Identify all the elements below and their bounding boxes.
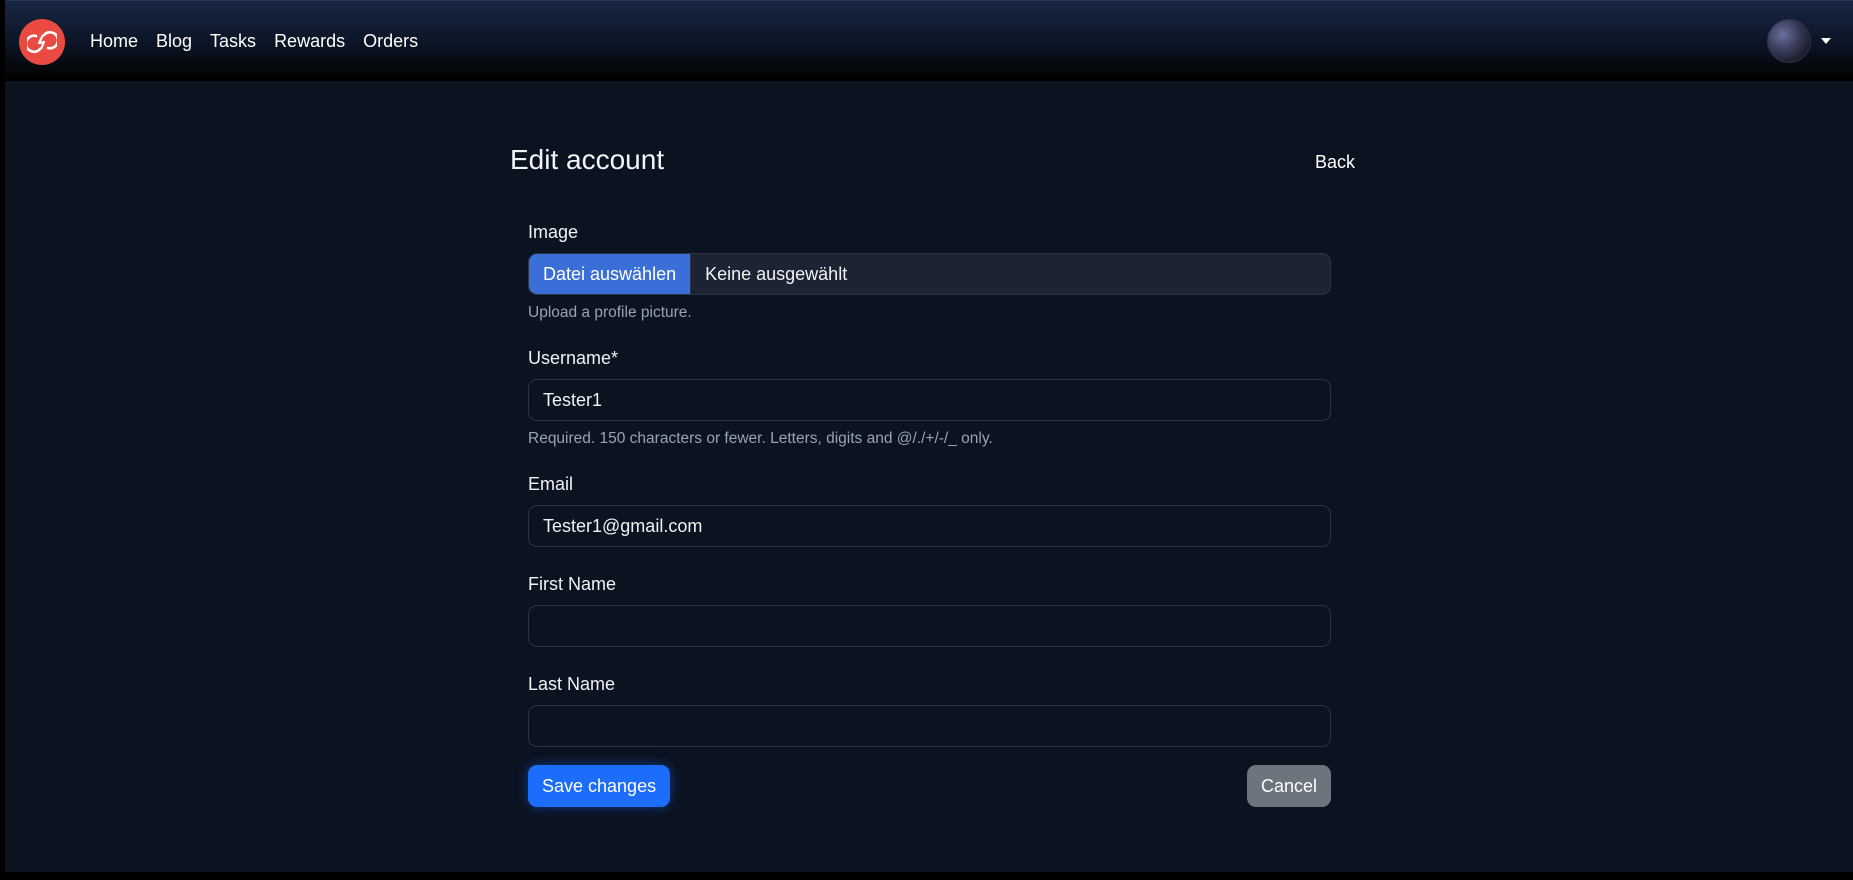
username-input[interactable] (528, 379, 1331, 421)
file-status-text: Keine ausgewählt (705, 263, 848, 284)
edit-account-form: Image Datei auswählen Keine ausgewählt U… (528, 220, 1331, 807)
first-name-input[interactable] (528, 605, 1331, 647)
first-name-group: First Name (528, 572, 1331, 647)
email-label: Email (528, 474, 574, 494)
nav-link-blog[interactable]: Blog (156, 29, 192, 53)
user-menu-toggle[interactable] (1767, 19, 1831, 63)
choose-file-button[interactable]: Datei auswählen (529, 254, 692, 294)
image-group: Image Datei auswählen Keine ausgewählt U… (528, 220, 1331, 323)
avatar[interactable] (1767, 19, 1811, 63)
brand-logo-icon[interactable] (19, 19, 65, 65)
first-name-label: First Name (528, 574, 617, 594)
chevron-down-icon[interactable] (1821, 38, 1831, 44)
image-file-input[interactable]: Datei auswählen Keine ausgewählt (528, 253, 1331, 295)
username-label: Username* (528, 348, 619, 368)
brand-logo-glyph (27, 30, 57, 54)
page-title: Edit account (510, 144, 665, 175)
form-actions: Save changes Cancel (528, 765, 1331, 807)
nav-link-tasks[interactable]: Tasks (210, 29, 256, 53)
last-name-label: Last Name (528, 674, 616, 694)
nav-link-orders[interactable]: Orders (363, 29, 418, 53)
email-group: Email (528, 472, 1331, 547)
last-name-input[interactable] (528, 705, 1331, 747)
username-help-text: Required. 150 characters or fewer. Lette… (528, 430, 993, 447)
nav-link-rewards[interactable]: Rewards (274, 29, 345, 53)
nav-link-home[interactable]: Home (90, 29, 138, 53)
page: Home Blog Tasks Rewards Orders Edit acco… (5, 0, 1853, 872)
image-help-text: Upload a profile picture. (528, 304, 692, 321)
nav-links: Home Blog Tasks Rewards Orders (90, 29, 436, 53)
back-link[interactable]: Back (1315, 152, 1355, 173)
image-label: Image (528, 222, 579, 242)
save-changes-button[interactable]: Save changes (528, 765, 671, 807)
last-name-group: Last Name (528, 672, 1331, 747)
email-input[interactable] (528, 505, 1331, 547)
edit-account-container: Edit account Back Image Datei auswählen … (510, 140, 1355, 807)
username-group: Username* Required. 150 characters or fe… (528, 346, 1331, 449)
cancel-button[interactable]: Cancel (1246, 765, 1331, 807)
top-navbar: Home Blog Tasks Rewards Orders (5, 0, 1853, 81)
